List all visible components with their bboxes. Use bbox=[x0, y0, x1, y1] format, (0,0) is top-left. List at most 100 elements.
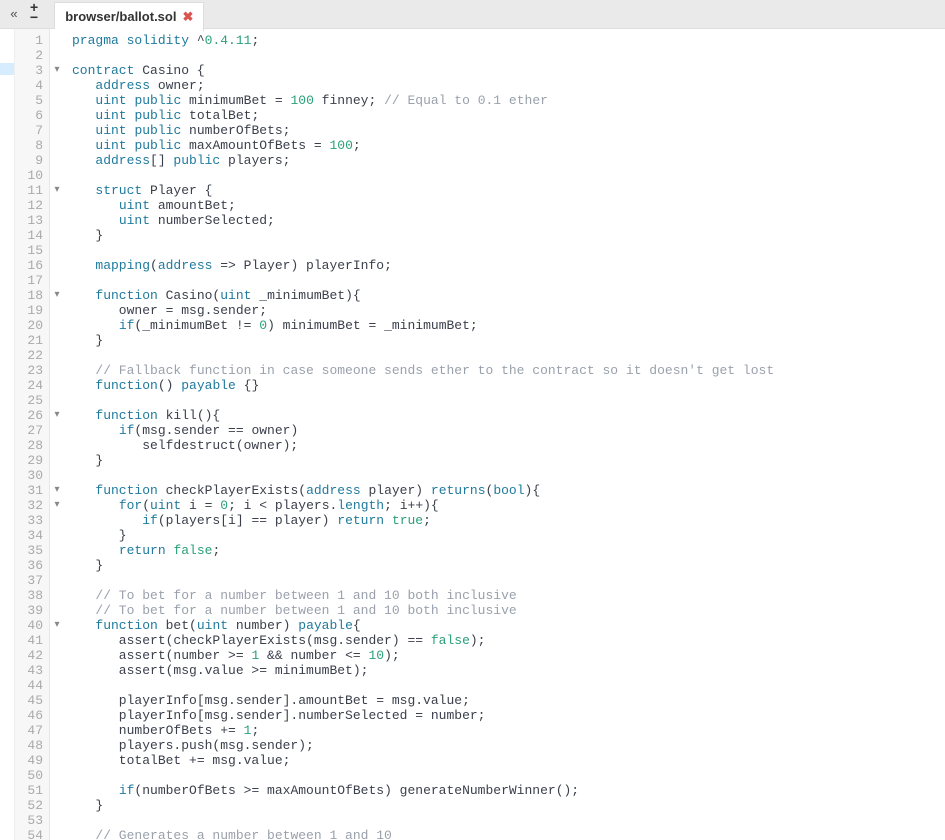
line-number-gutter[interactable]: 1234567891011121314151617181920212223242… bbox=[15, 29, 50, 840]
code-area[interactable]: pragma solidity ^0.4.11; contract Casino… bbox=[64, 29, 945, 840]
line-number[interactable]: 18 bbox=[19, 288, 43, 303]
code-line[interactable]: totalBet += msg.value; bbox=[72, 753, 945, 768]
line-number[interactable]: 31 bbox=[19, 483, 43, 498]
line-number[interactable]: 40 bbox=[19, 618, 43, 633]
code-line[interactable] bbox=[72, 813, 945, 828]
code-line[interactable]: } bbox=[72, 333, 945, 348]
line-number[interactable]: 36 bbox=[19, 558, 43, 573]
code-line[interactable] bbox=[72, 468, 945, 483]
code-line[interactable] bbox=[72, 678, 945, 693]
fold-marker[interactable]: ▾ bbox=[50, 183, 64, 198]
line-number[interactable]: 13 bbox=[19, 213, 43, 228]
line-number[interactable]: 1 bbox=[19, 33, 43, 48]
collapse-icon[interactable]: « bbox=[6, 7, 22, 22]
code-line[interactable] bbox=[72, 393, 945, 408]
line-number[interactable]: 47 bbox=[19, 723, 43, 738]
code-line[interactable]: if(numberOfBets >= maxAmountOfBets) gene… bbox=[72, 783, 945, 798]
code-line[interactable] bbox=[72, 348, 945, 363]
line-number[interactable]: 25 bbox=[19, 393, 43, 408]
fold-marker[interactable]: ▾ bbox=[50, 498, 64, 513]
fold-marker[interactable]: ▾ bbox=[50, 288, 64, 303]
decrease-font-button[interactable]: − bbox=[30, 14, 38, 24]
line-number[interactable]: 30 bbox=[19, 468, 43, 483]
code-line[interactable]: if(players[i] == player) return true; bbox=[72, 513, 945, 528]
line-number[interactable]: 38 bbox=[19, 588, 43, 603]
line-number[interactable]: 6 bbox=[19, 108, 43, 123]
line-number[interactable]: 53 bbox=[19, 813, 43, 828]
line-number[interactable]: 34 bbox=[19, 528, 43, 543]
line-number[interactable]: 7 bbox=[19, 123, 43, 138]
code-line[interactable]: players.push(msg.sender); bbox=[72, 738, 945, 753]
line-number[interactable]: 15 bbox=[19, 243, 43, 258]
line-number[interactable]: 24 bbox=[19, 378, 43, 393]
line-number[interactable]: 41 bbox=[19, 633, 43, 648]
line-number[interactable]: 16 bbox=[19, 258, 43, 273]
fold-marker[interactable]: ▾ bbox=[50, 483, 64, 498]
code-line[interactable]: return false; bbox=[72, 543, 945, 558]
fold-marker[interactable]: ▾ bbox=[50, 618, 64, 633]
code-line[interactable]: pragma solidity ^0.4.11; bbox=[72, 33, 945, 48]
line-number[interactable]: 19 bbox=[19, 303, 43, 318]
line-number[interactable]: 14 bbox=[19, 228, 43, 243]
line-number[interactable]: 11 bbox=[19, 183, 43, 198]
code-line[interactable] bbox=[72, 243, 945, 258]
code-line[interactable]: // Fallback function in case someone sen… bbox=[72, 363, 945, 378]
line-number[interactable]: 32 bbox=[19, 498, 43, 513]
line-number[interactable]: 22 bbox=[19, 348, 43, 363]
fold-gutter[interactable]: ▾▾▾▾▾▾▾ bbox=[50, 29, 64, 840]
code-line[interactable]: uint public minimumBet = 100 finney; // … bbox=[72, 93, 945, 108]
code-line[interactable]: function checkPlayerExists(address playe… bbox=[72, 483, 945, 498]
line-number[interactable]: 5 bbox=[19, 93, 43, 108]
line-number[interactable]: 29 bbox=[19, 453, 43, 468]
code-line[interactable]: function Casino(uint _minimumBet){ bbox=[72, 288, 945, 303]
code-line[interactable]: } bbox=[72, 453, 945, 468]
file-tab[interactable]: browser/ballot.sol ✖ bbox=[54, 2, 204, 31]
code-line[interactable]: function() payable {} bbox=[72, 378, 945, 393]
line-number[interactable]: 28 bbox=[19, 438, 43, 453]
code-line[interactable]: // To bet for a number between 1 and 10 … bbox=[72, 603, 945, 618]
code-line[interactable]: if(msg.sender == owner) bbox=[72, 423, 945, 438]
line-number[interactable]: 8 bbox=[19, 138, 43, 153]
line-number[interactable]: 49 bbox=[19, 753, 43, 768]
code-line[interactable]: function bet(uint number) payable{ bbox=[72, 618, 945, 633]
code-line[interactable]: uint numberSelected; bbox=[72, 213, 945, 228]
code-line[interactable]: uint public numberOfBets; bbox=[72, 123, 945, 138]
code-line[interactable] bbox=[72, 168, 945, 183]
line-number[interactable]: 26 bbox=[19, 408, 43, 423]
code-line[interactable]: for(uint i = 0; i < players.length; i++)… bbox=[72, 498, 945, 513]
line-number[interactable]: 37 bbox=[19, 573, 43, 588]
code-line[interactable]: address[] public players; bbox=[72, 153, 945, 168]
code-line[interactable] bbox=[72, 768, 945, 783]
code-line[interactable]: // Generates a number between 1 and 10 bbox=[72, 828, 945, 840]
code-line[interactable]: if(_minimumBet != 0) minimumBet = _minim… bbox=[72, 318, 945, 333]
code-line[interactable]: selfdestruct(owner); bbox=[72, 438, 945, 453]
code-line[interactable]: } bbox=[72, 798, 945, 813]
code-line[interactable]: contract Casino { bbox=[72, 63, 945, 78]
code-line[interactable]: mapping(address => Player) playerInfo; bbox=[72, 258, 945, 273]
line-number[interactable]: 52 bbox=[19, 798, 43, 813]
code-line[interactable]: function kill(){ bbox=[72, 408, 945, 423]
line-number[interactable]: 35 bbox=[19, 543, 43, 558]
line-number[interactable]: 54 bbox=[19, 828, 43, 840]
code-line[interactable] bbox=[72, 273, 945, 288]
line-number[interactable]: 2 bbox=[19, 48, 43, 63]
code-line[interactable] bbox=[72, 573, 945, 588]
code-line[interactable]: numberOfBets += 1; bbox=[72, 723, 945, 738]
line-number[interactable]: 10 bbox=[19, 168, 43, 183]
line-number[interactable]: 3 bbox=[19, 63, 43, 78]
line-number[interactable]: 46 bbox=[19, 708, 43, 723]
code-line[interactable]: struct Player { bbox=[72, 183, 945, 198]
code-line[interactable]: // To bet for a number between 1 and 10 … bbox=[72, 588, 945, 603]
code-line[interactable] bbox=[72, 48, 945, 63]
line-number[interactable]: 48 bbox=[19, 738, 43, 753]
line-number[interactable]: 43 bbox=[19, 663, 43, 678]
fold-marker[interactable]: ▾ bbox=[50, 63, 64, 78]
code-line[interactable]: assert(number >= 1 && number <= 10); bbox=[72, 648, 945, 663]
line-number[interactable]: 51 bbox=[19, 783, 43, 798]
code-line[interactable]: uint amountBet; bbox=[72, 198, 945, 213]
code-line[interactable]: assert(msg.value >= minimumBet); bbox=[72, 663, 945, 678]
line-number[interactable]: 44 bbox=[19, 678, 43, 693]
line-number[interactable]: 42 bbox=[19, 648, 43, 663]
line-number[interactable]: 4 bbox=[19, 78, 43, 93]
code-line[interactable]: } bbox=[72, 558, 945, 573]
